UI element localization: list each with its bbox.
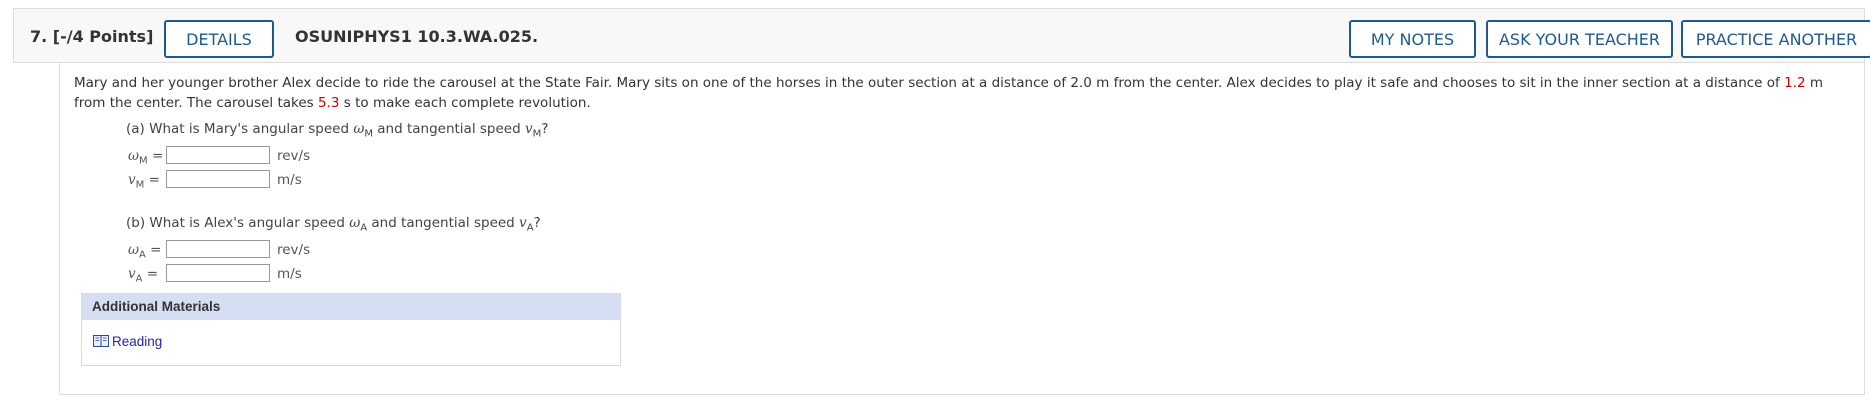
unit-label: rev/s [277,148,311,164]
omega-a-input[interactable] [166,240,270,258]
part-b-question: (b) What is Alex's angular speed ωA and … [126,215,541,234]
unit-label: rev/s [277,242,311,258]
v-a-input[interactable] [166,264,270,282]
omega-m-input[interactable] [166,146,270,164]
book-icon [93,335,109,347]
highlighted-value: 1.2 [1784,75,1806,91]
v-m-input[interactable] [166,170,270,188]
answer-label: ωA = [128,242,162,261]
question-container: 7. [-/4 Points] DETAILS OSUNIPHYS1 10.3.… [0,0,1870,420]
unit-label: m/s [277,266,302,282]
details-button[interactable]: DETAILS [164,20,274,58]
question-number: 7. [-/4 Points] [30,27,154,46]
highlighted-value: 5.3 [318,95,340,111]
answer-label: vA = [128,266,159,285]
question-prompt: Mary and her younger brother Alex decide… [74,75,1824,111]
reading-link[interactable]: Reading [93,334,162,349]
additional-materials-title: Additional Materials [82,294,620,320]
question-header: 7. [-/4 Points] DETAILS OSUNIPHYS1 10.3.… [13,8,1870,63]
answer-label: vM = [128,172,160,191]
my-notes-button[interactable]: MY NOTES [1349,20,1476,58]
practice-another-button[interactable]: PRACTICE ANOTHER [1681,20,1870,58]
additional-materials-panel: Additional Materials Reading [81,293,621,366]
part-a-question: (a) What is Mary's angular speed ωM and … [126,121,549,140]
question-id: OSUNIPHYS1 10.3.WA.025. [295,27,539,46]
answer-label: ωM = [128,148,164,167]
ask-teacher-button[interactable]: ASK YOUR TEACHER [1486,20,1673,58]
unit-label: m/s [277,172,302,188]
